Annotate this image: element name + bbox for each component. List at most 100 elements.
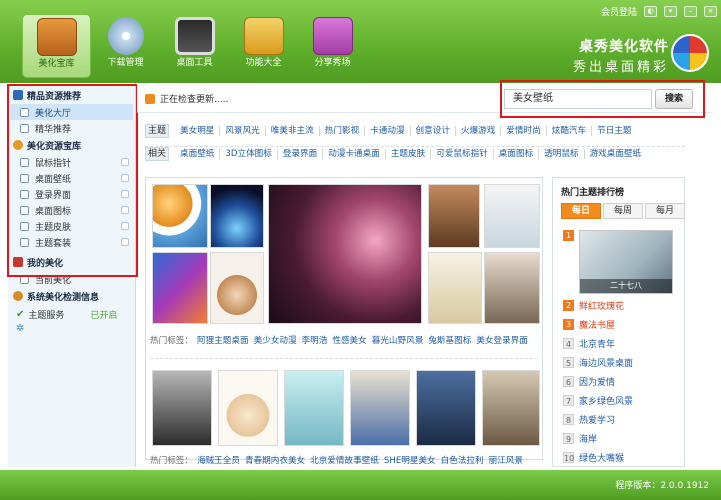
related-tag[interactable]: 主题皮肤 (386, 149, 432, 159)
related-tag[interactable]: 动漫卡通桌面 (323, 149, 386, 159)
expand-icon[interactable] (121, 206, 129, 214)
ranking-item[interactable]: 7 家乡绿色风景 (563, 394, 633, 407)
ranking-item[interactable]: 8 热爱学习 (563, 413, 615, 426)
menu-icon[interactable]: ▾ (664, 6, 677, 17)
coffee-wallpaper[interactable] (218, 370, 278, 446)
sidebar-item-hall[interactable]: 美化大厅 (10, 104, 133, 120)
theme-service-row: ✔ 主题服务 已开启 (8, 305, 135, 323)
sidebar-group-library[interactable]: 美化资源宝库 (8, 136, 135, 154)
sidebar-group-detect[interactable]: 系统美化检测信息 (8, 287, 135, 305)
sidebar-item-theme-skin[interactable]: 主题皮肤 (8, 218, 135, 234)
portrait-wallpaper-1[interactable] (152, 370, 212, 446)
related-tag[interactable]: 桌面壁纸 (175, 149, 221, 159)
nav-functions[interactable]: 功能大全 (229, 14, 298, 78)
detect-icon (13, 291, 23, 301)
star-wallpaper[interactable] (484, 252, 540, 324)
ranking-item[interactable]: 4 北京青年 (563, 337, 615, 350)
portrait-wallpaper-2[interactable] (416, 370, 476, 446)
hot-tag[interactable]: 阿狸主题桌面 (197, 334, 249, 346)
cartoon-wallpaper[interactable] (350, 370, 410, 446)
sidebar-item-login-screen[interactable]: 登录界面 (8, 186, 135, 202)
related-tag[interactable]: 桌面图标 (494, 149, 540, 159)
close-icon[interactable]: × (704, 6, 717, 17)
hot-tag[interactable]: 性感美女 (332, 334, 366, 346)
hot-tag[interactable]: SHE明星美女 (384, 454, 436, 466)
sidebar-group-my[interactable]: 我的美化 (8, 253, 135, 271)
nav-download[interactable]: 下载管理 (91, 14, 160, 78)
update-status: 正在检查更新..... (145, 92, 228, 105)
topic-tag[interactable]: 卡通动漫 (365, 126, 411, 136)
ranking-item[interactable]: 2 鲜红玫瑰花 (563, 299, 624, 312)
hot-tag[interactable]: 美少女动漫 (254, 334, 297, 346)
related-tag[interactable]: 3D立体图标 (220, 149, 278, 159)
cursor-set-preview[interactable] (428, 252, 482, 324)
expand-icon[interactable] (121, 238, 129, 246)
sidebar-item-desktop-icons[interactable]: 桌面图标 (8, 202, 135, 218)
mushroom-wallpaper[interactable] (210, 184, 264, 248)
minimize-icon[interactable]: – (684, 6, 697, 17)
sidebar-group-recommend[interactable]: 精品资源推荐 (8, 86, 135, 104)
search-input[interactable]: 美女壁纸 (504, 89, 652, 109)
quicktime-icon-pack[interactable] (152, 184, 208, 248)
member-login-link[interactable]: 会员登陆 (601, 5, 637, 18)
ranking-item[interactable]: 3 魔法书屋 (563, 318, 615, 331)
related-tag[interactable]: 透明鼠标 (539, 149, 585, 159)
featured-theme-preview[interactable] (268, 184, 422, 324)
related-tag[interactable]: 登录界面 (278, 149, 324, 159)
tab-monthly[interactable]: 每月 (645, 203, 685, 219)
ranking-item[interactable]: 9 海岸 (563, 432, 597, 445)
ranking-top-thumbnail[interactable]: 二十七八 (579, 230, 673, 294)
item-label: 主题皮肤 (35, 222, 72, 233)
ranking-item[interactable]: 1 (563, 230, 579, 241)
ranking-item[interactable]: 6 因为爱情 (563, 375, 615, 388)
settings-sun-icon[interactable]: ✲ (8, 323, 135, 334)
expand-icon[interactable] (121, 222, 129, 230)
robot-wallpaper[interactable] (482, 370, 540, 446)
hot-tag[interactable]: 北京爱情故事壁纸 (310, 454, 379, 466)
search-button[interactable]: 搜索 (655, 89, 693, 109)
hot-tag[interactable]: 暮光山野风景 (372, 334, 424, 346)
topic-tag[interactable]: 创意设计 (411, 126, 456, 136)
hot-tag[interactable]: 李明浩 (302, 334, 328, 346)
hot-tag[interactable]: 白色法拉利 (441, 454, 484, 466)
figure-wallpaper[interactable] (428, 184, 480, 248)
ranking-item[interactable]: 10 绿色大嘴猴 (563, 451, 624, 464)
hot-tag[interactable]: 丽江风景 (489, 454, 523, 466)
flower-wallpaper[interactable] (152, 252, 208, 324)
related-tag[interactable]: 可爱鼠标指针 (431, 149, 494, 159)
nav-desktop-tools[interactable]: 桌面工具 (160, 14, 229, 78)
anime-wallpaper[interactable] (284, 370, 344, 446)
service-label: 主题服务 (28, 310, 65, 321)
topic-tag[interactable]: 风景风光 (220, 126, 266, 136)
skin-icon[interactable]: ◐ (644, 6, 657, 17)
hot-tag[interactable]: 美女登录界面 (476, 334, 528, 346)
related-tag[interactable]: 游戏桌面壁纸 (585, 149, 647, 159)
topic-tag[interactable]: 炫酷汽车 (547, 126, 593, 136)
hot-tag[interactable]: 兔斯基图标 (428, 334, 471, 346)
sidebar-item-cursor[interactable]: 鼠标指针 (8, 154, 135, 170)
teacup-icon-pack[interactable] (210, 252, 264, 324)
topic-tag[interactable]: 爱情时尚 (501, 126, 547, 136)
topic-tag[interactable]: 热门影视 (320, 126, 366, 136)
nav-treasure[interactable]: 美化宝库 (22, 14, 91, 78)
rank-number: 10 (563, 452, 575, 463)
sidebar-item-wallpaper[interactable]: 桌面壁纸 (8, 170, 135, 186)
sidebar-item-theme-pack[interactable]: 主题套装 (8, 234, 135, 250)
rank-number: 6 (563, 376, 574, 387)
topic-tag[interactable]: 美女明星 (175, 126, 221, 136)
ranking-item[interactable]: 5 海边风景桌面 (563, 356, 633, 369)
hot-tag[interactable]: 海贼王全员 (197, 454, 240, 466)
hot-tag[interactable]: 青春期内衣美女 (245, 454, 305, 466)
sidebar-item-current[interactable]: 当前美化 (8, 271, 135, 287)
cursor-pack-preview[interactable] (484, 184, 540, 248)
expand-icon[interactable] (121, 174, 129, 182)
tab-weekly[interactable]: 每周 (603, 203, 643, 219)
expand-icon[interactable] (121, 158, 129, 166)
topic-tag[interactable]: 火爆游戏 (456, 126, 502, 136)
sidebar-item-featured[interactable]: 精华推荐 (8, 120, 135, 136)
tab-daily[interactable]: 每日 (561, 203, 601, 219)
expand-icon[interactable] (121, 190, 129, 198)
topic-tag[interactable]: 唯美非主流 (266, 126, 320, 136)
topic-tag[interactable]: 节日主题 (592, 126, 636, 136)
nav-share[interactable]: 分享秀场 (298, 14, 367, 78)
